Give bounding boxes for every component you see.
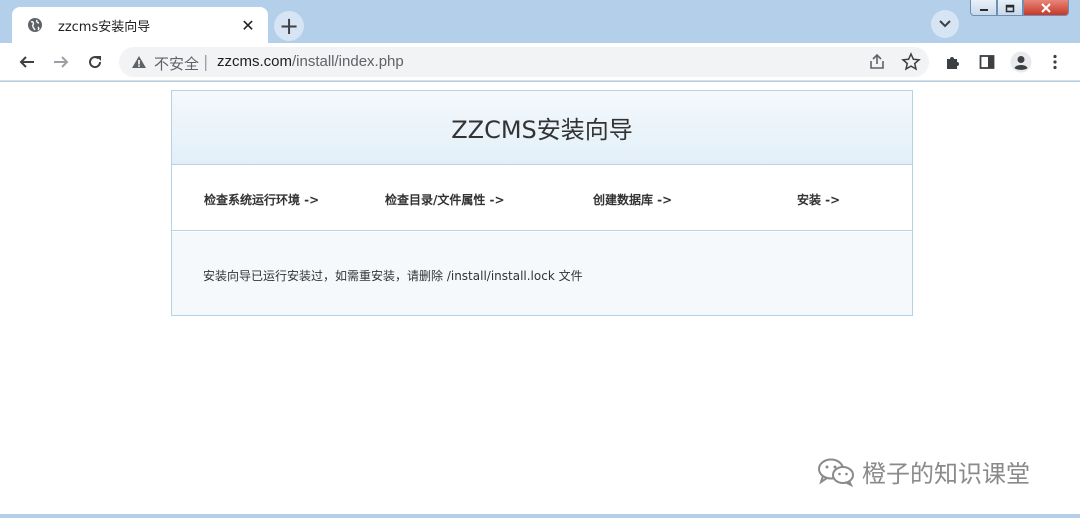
tab-search-button[interactable] [931, 10, 959, 38]
share-icon[interactable] [867, 52, 887, 72]
forward-button[interactable] [49, 50, 73, 74]
forward-arrow-icon [54, 56, 69, 68]
globe-icon [28, 18, 42, 32]
minimize-icon [979, 8, 988, 11]
side-panel-icon [979, 55, 995, 69]
step-install: 安装 -> [797, 193, 841, 207]
watermark-text: 橙子的知识课堂 [862, 460, 1030, 488]
profile-button[interactable] [1009, 50, 1033, 74]
browser-menu-button[interactable] [1043, 50, 1067, 74]
step-create-database: 创建数据库 -> [593, 193, 673, 207]
profile-icon [1010, 51, 1032, 73]
tab-strip: zzcms安装向导 ✕ + [0, 0, 1080, 43]
tab-title: zzcms安装向导 [58, 20, 151, 35]
page-content: ZZCMS安装向导 检查系统运行环境 -> 检查目录/文件属性 -> 创建数据库… [0, 82, 1080, 514]
url-path: /install/index.php [292, 53, 404, 70]
step-check-environment: 检查系统运行环境 -> [204, 193, 320, 207]
side-panel-button[interactable] [975, 50, 999, 74]
wechat-icon [818, 458, 854, 487]
back-button[interactable] [15, 50, 39, 74]
star-icon[interactable] [901, 52, 921, 72]
install-wizard-panel: ZZCMS安装向导 检查系统运行环境 -> 检查目录/文件属性 -> 创建数据库… [171, 90, 913, 316]
close-icon [1041, 2, 1051, 13]
close-window-button[interactable] [1023, 0, 1069, 16]
window-bottom-frame [0, 514, 1080, 518]
minimize-button[interactable] [970, 0, 997, 16]
security-label[interactable]: 不安全 [154, 53, 199, 74]
wizard-header: ZZCMS安装向导 [172, 91, 912, 165]
url-host: zzcms.com [217, 53, 292, 70]
back-arrow-icon [19, 56, 34, 68]
step-check-permissions: 检查目录/文件属性 -> [385, 193, 505, 207]
already-installed-message: 安装向导已运行安装过，如需重安装，请删除 /install/install.lo… [203, 269, 583, 283]
watermark: 橙子的知识课堂 [816, 454, 1030, 489]
restore-icon [1005, 4, 1015, 12]
address-bar[interactable]: 不安全 | zzcms.com/install/index.php [119, 47, 929, 77]
address-separator: | [203, 52, 209, 71]
reload-button[interactable] [83, 50, 107, 74]
puzzle-icon [947, 57, 959, 69]
warning-icon [132, 56, 146, 68]
url-text[interactable]: zzcms.com/install/index.php [217, 53, 404, 70]
extensions-button[interactable] [941, 50, 965, 74]
maximize-button[interactable] [997, 0, 1023, 16]
window-controls [970, 0, 1069, 16]
browser-toolbar: 不安全 | zzcms.com/install/index.php [0, 43, 1080, 81]
new-tab-button[interactable]: + [274, 11, 304, 41]
wizard-title: ZZCMS安装向导 [451, 116, 633, 144]
tab-close-icon[interactable]: ✕ [238, 15, 258, 35]
chevron-down-icon [939, 20, 951, 28]
browser-tab[interactable]: zzcms安装向导 ✕ [12, 7, 268, 43]
wizard-body: 安装向导已运行安装过，如需重安装，请删除 /install/install.lo… [172, 232, 912, 315]
reload-icon [89, 56, 102, 69]
kebab-menu-icon [1053, 54, 1057, 70]
wizard-steps: 检查系统运行环境 -> 检查目录/文件属性 -> 创建数据库 -> 安装 -> [172, 166, 912, 231]
